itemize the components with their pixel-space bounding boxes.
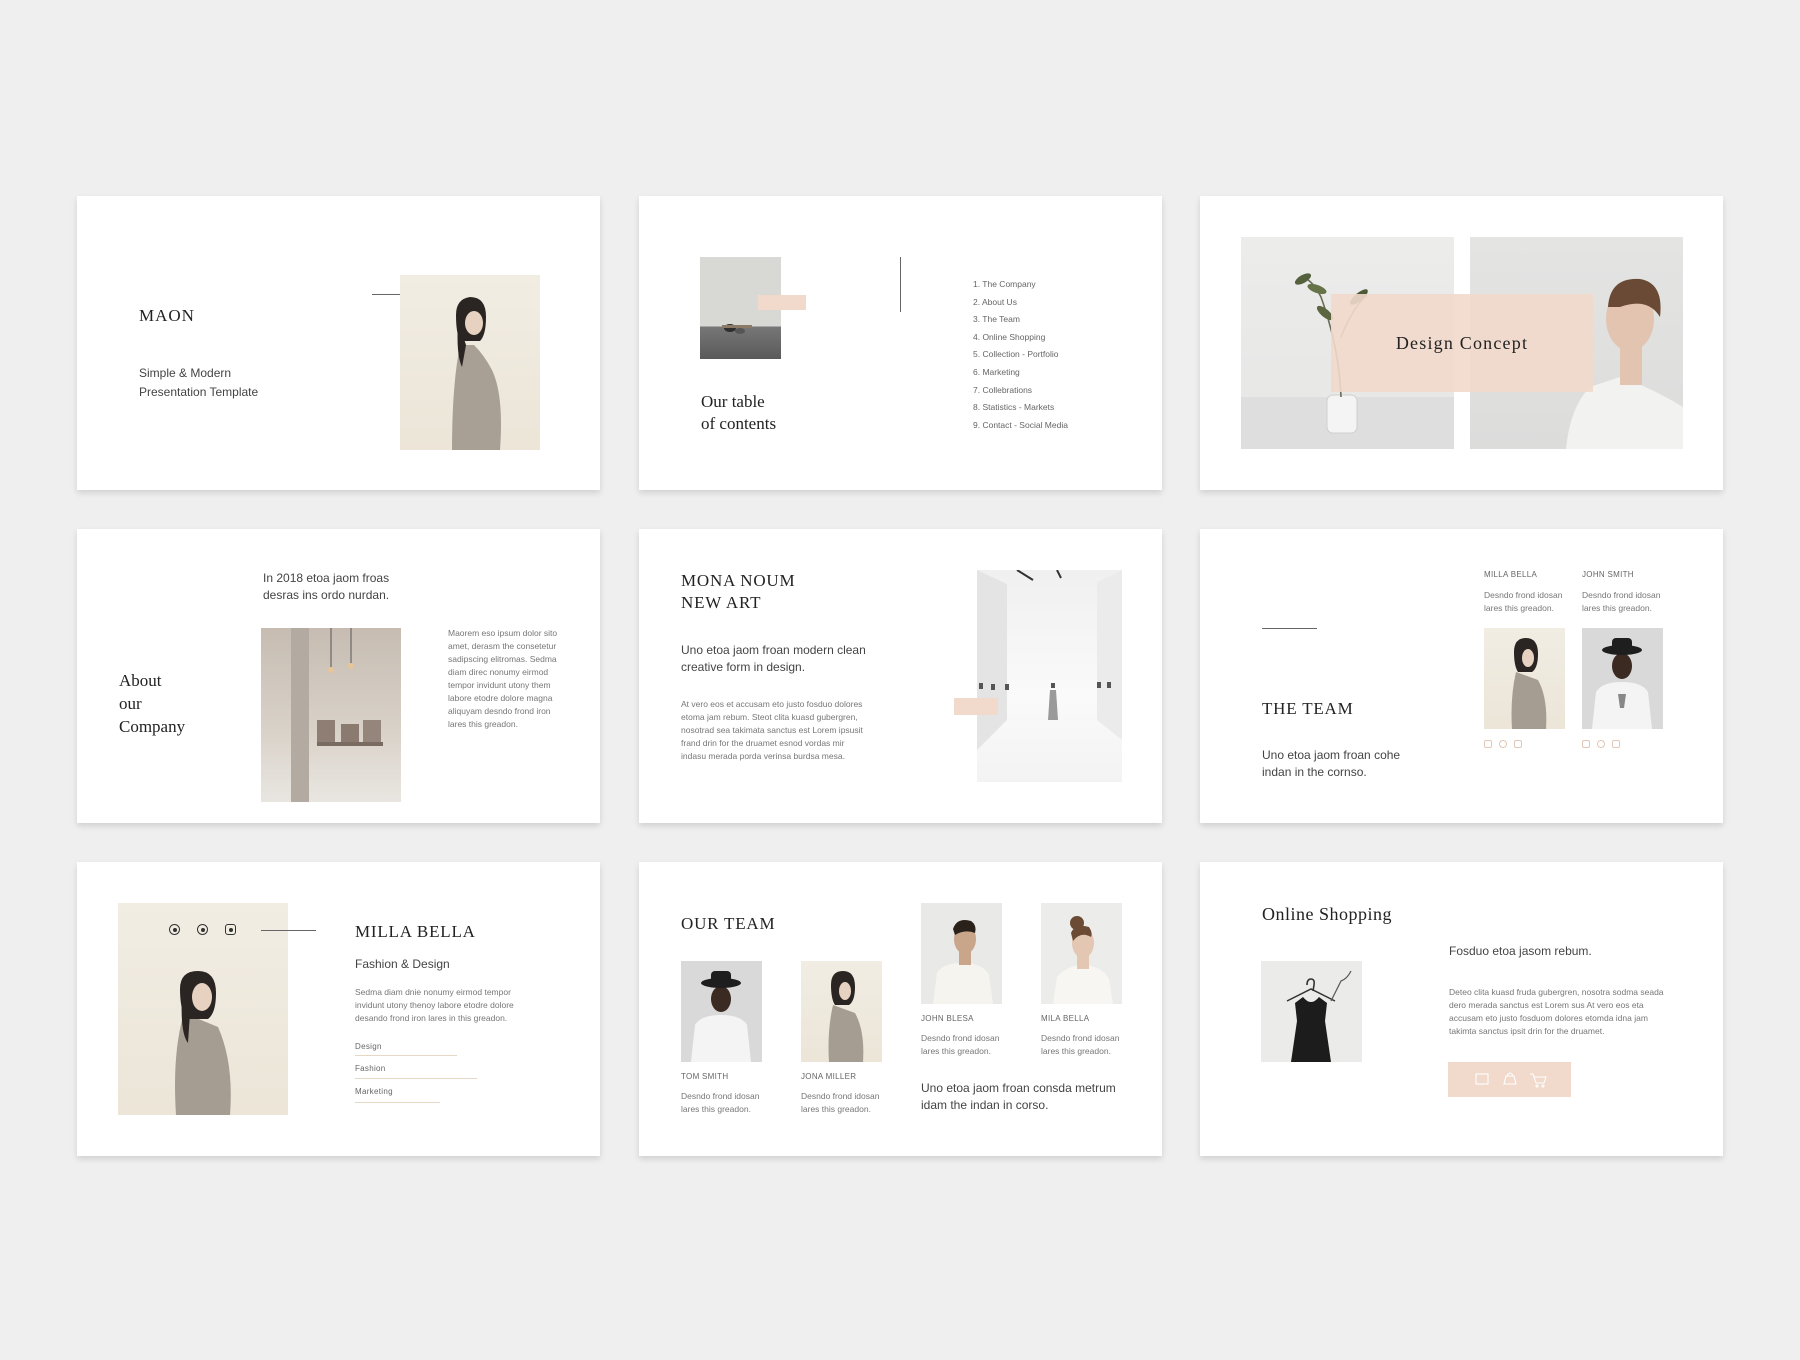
body-text: Maorem eso ipsum dolor sito amet, derasm… xyxy=(448,628,558,729)
youtube-icon[interactable] xyxy=(1514,740,1522,748)
member-desc: Desndo frond idosan lares this greadon. xyxy=(1582,590,1661,613)
skill-label: Fashion xyxy=(355,1064,386,1073)
slide-title: THE TEAM xyxy=(1262,699,1354,718)
woman-photo xyxy=(400,275,540,450)
slide-about-company[interactable]: In 2018 etoa jaom froas desras ins ordo … xyxy=(77,529,600,823)
slide-the-team[interactable]: THE TEAM Uno etoa jaom froan cohe indan … xyxy=(1200,529,1723,823)
skill-bar xyxy=(355,1078,477,1079)
skill-bar xyxy=(355,1102,440,1103)
divider-line-vertical xyxy=(900,257,901,312)
dress-photo xyxy=(1261,961,1362,1062)
member-desc: Desndo frond idosan lares this greadon. xyxy=(921,1033,1000,1056)
slide-title: Online Shopping xyxy=(1262,904,1393,924)
toc-item[interactable]: 8. Statistics - Markets xyxy=(973,399,1068,417)
pinterest-icon[interactable] xyxy=(1499,740,1507,748)
slide-title: MAON xyxy=(139,306,195,325)
youtube-icon[interactable] xyxy=(1612,740,1620,748)
member-name: JOHN SMITH xyxy=(1582,570,1634,579)
youtube-icon[interactable] xyxy=(225,924,236,935)
member-photo xyxy=(1582,628,1663,729)
toc-title-line2: of contents xyxy=(701,414,777,433)
toc-item[interactable]: 4. Online Shopping xyxy=(973,329,1068,347)
member-desc: Desndo frond idosan lares this greadon. xyxy=(1041,1033,1120,1056)
slide-online-shopping[interactable]: Online Shopping Fosduo etoa jasom rebum.… xyxy=(1200,862,1723,1156)
profile-bio: Sedma diam dnie nonumy eirmod tempor inv… xyxy=(355,987,514,1023)
title-line1: About xyxy=(119,671,162,690)
slide-subtitle-line1: Simple & Modern xyxy=(139,366,232,380)
slide-our-team[interactable]: OUR TEAM TOM SMITH Desndo frond idosan l… xyxy=(639,862,1162,1156)
skill-label: Design xyxy=(355,1042,382,1051)
member-photo xyxy=(1484,628,1565,729)
member-name: MILLA BELLA xyxy=(1484,570,1538,579)
toc-item[interactable]: 1. The Company xyxy=(973,276,1068,294)
gallery-photo xyxy=(977,570,1122,782)
accent-block xyxy=(758,295,806,310)
member-photo xyxy=(921,903,1002,1004)
pinterest-icon[interactable] xyxy=(1597,740,1605,748)
lead-line2: desras ins ordo nurdan. xyxy=(263,588,390,602)
toc-item[interactable]: 6. Marketing xyxy=(973,364,1068,382)
accent-block xyxy=(954,698,998,715)
toc-list: 1. The Company 2. About Us 3. The Team 4… xyxy=(973,276,1068,434)
member-desc: Desndo frond idosan lares this greadon. xyxy=(1484,590,1563,613)
instagram-icon[interactable] xyxy=(169,924,180,935)
body-text: Deteo clita kuasd fruda gubergren, nosot… xyxy=(1449,987,1664,1036)
member-desc: Desndo frond idosan lares this greadon. xyxy=(801,1091,880,1114)
shop-icons xyxy=(1475,1072,1547,1088)
member-name: TOM SMITH xyxy=(681,1072,729,1081)
title-line2: NEW ART xyxy=(681,593,762,612)
profile-role: Fashion & Design xyxy=(355,957,450,971)
cart-icon xyxy=(1530,1073,1547,1084)
toc-item[interactable]: 3. The Team xyxy=(973,311,1068,329)
title-line2: our xyxy=(119,694,142,713)
lead-text: Uno etoa jaom froan consda metrum idam t… xyxy=(921,1081,1116,1112)
office-photo xyxy=(261,628,401,802)
member-photo xyxy=(801,961,882,1062)
lead-text: Uno etoa jaom froan modern clean creativ… xyxy=(681,643,866,674)
skill-bar xyxy=(355,1055,457,1056)
body-text: At vero eos et accusam eto justo fosduo … xyxy=(681,699,863,761)
member-photo xyxy=(1041,903,1122,1004)
slide-toc[interactable]: Our table of contents 1. The Company 2. … xyxy=(639,196,1162,490)
member-desc: Desndo frond idosan lares this greadon. xyxy=(681,1091,760,1114)
toc-title-line1: Our table xyxy=(701,392,765,411)
instagram-icon[interactable] xyxy=(1484,740,1492,748)
lead-text: Fosduo etoa jasom rebum. xyxy=(1449,944,1592,958)
toc-item[interactable]: 2. About Us xyxy=(973,294,1068,312)
member-name: MILA BELLA xyxy=(1041,1014,1090,1023)
member-name: JOHN BLESA xyxy=(921,1014,974,1023)
slide-subtitle-line2: Presentation Template xyxy=(139,385,259,399)
bag-icon xyxy=(1503,1072,1517,1085)
divider-line xyxy=(261,930,316,931)
title-line1: MONA NOUM xyxy=(681,571,796,590)
toc-item[interactable]: 7. Collebrations xyxy=(973,382,1068,400)
slide-cover[interactable]: MAON Simple & Modern Presentation Templa… xyxy=(77,196,600,490)
skill-label: Marketing xyxy=(355,1087,393,1096)
slide-profile[interactable]: MILLA BELLA Fashion & Design Sedma diam … xyxy=(77,862,600,1156)
member-photo xyxy=(681,961,762,1062)
toc-item[interactable]: 5. Collection - Portfolio xyxy=(973,346,1068,364)
slide-new-art[interactable]: MONA NOUM NEW ART Uno etoa jaom froan mo… xyxy=(639,529,1162,823)
store-icon xyxy=(1475,1073,1489,1085)
member-name: JONA MILLER xyxy=(801,1072,857,1081)
lead-text: Uno etoa jaom froan cohe indan in the co… xyxy=(1262,748,1401,779)
pinterest-icon[interactable] xyxy=(197,924,208,935)
slide-title: OUR TEAM xyxy=(681,914,776,933)
divider-line xyxy=(1262,628,1317,629)
shop-button-bar[interactable] xyxy=(1448,1062,1571,1097)
toc-item[interactable]: 9. Contact - Social Media xyxy=(973,417,1068,435)
instagram-icon[interactable] xyxy=(1582,740,1590,748)
profile-name: MILLA BELLA xyxy=(355,922,476,941)
slide-title: Design Concept xyxy=(1395,333,1529,353)
slide-design-concept[interactable]: Design Concept xyxy=(1200,196,1723,490)
title-line3: Company xyxy=(119,717,186,736)
